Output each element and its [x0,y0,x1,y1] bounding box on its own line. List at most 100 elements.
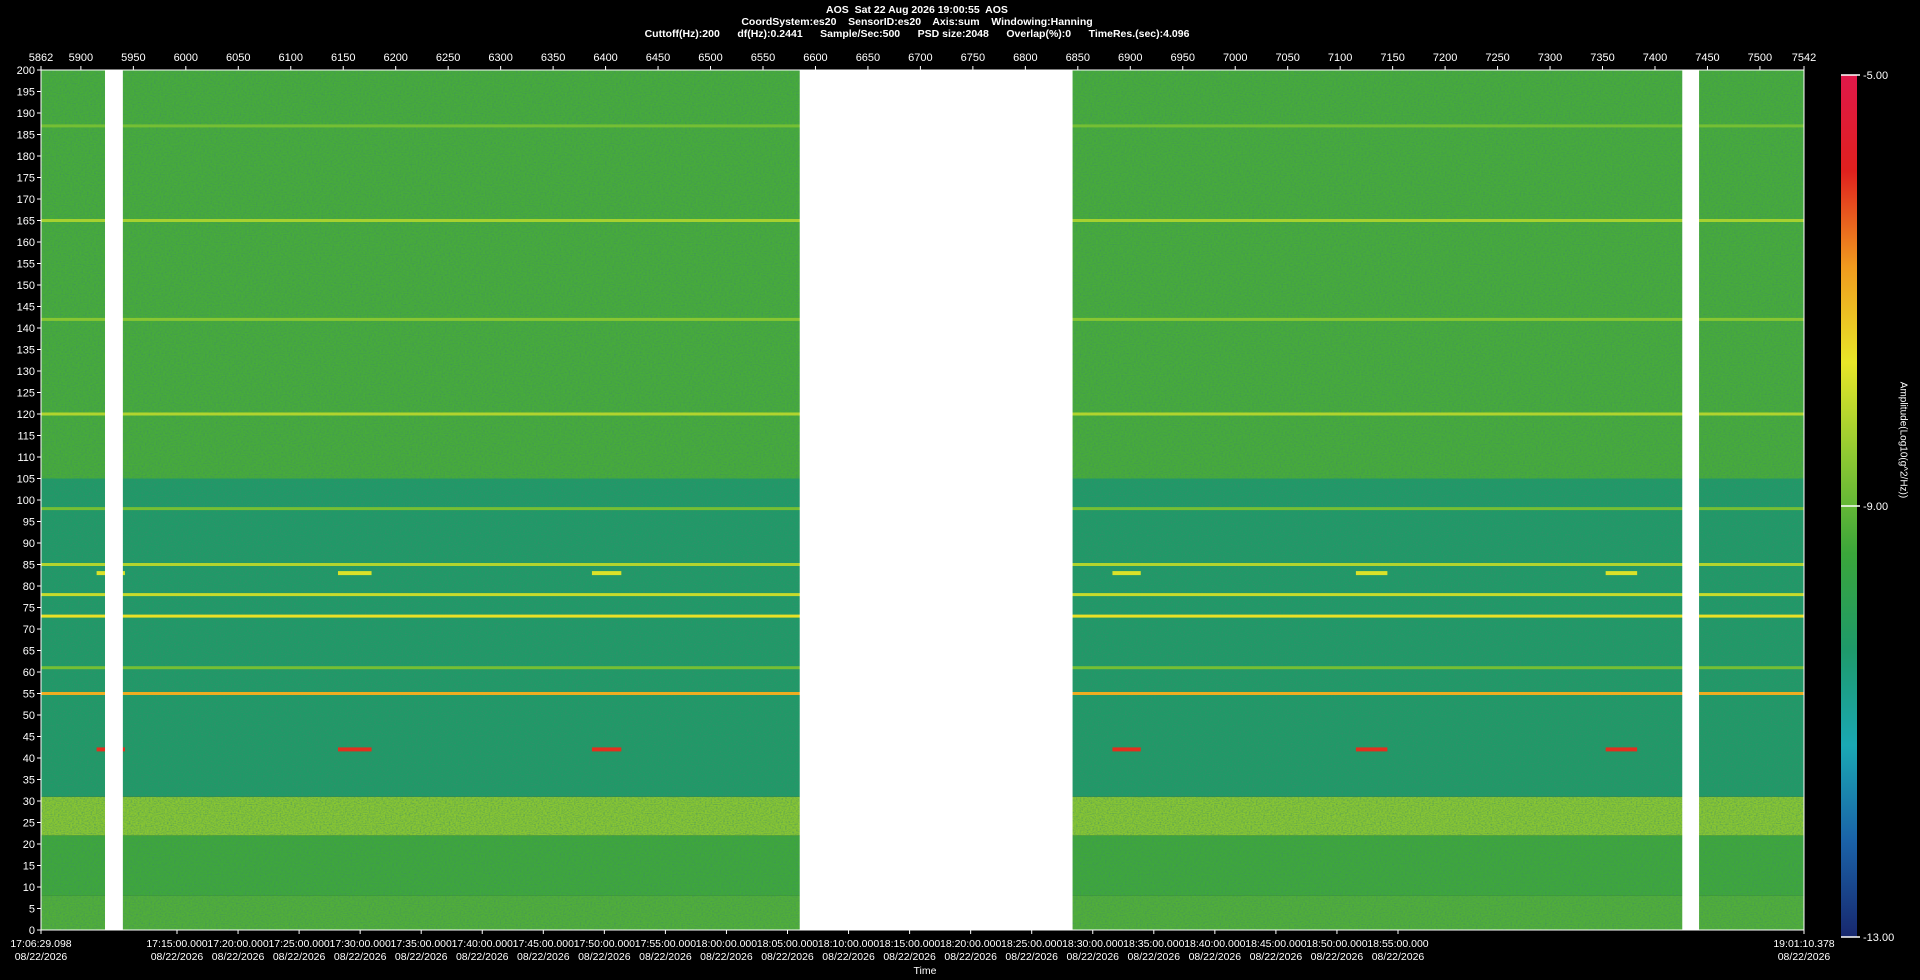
y-tick-label: 35 [23,775,35,787]
y-tick-label: 75 [23,603,35,615]
spectrogram-image [41,70,1804,930]
spectrogram-chart: 5862 5900 5950 6000 6050 6100 6150 6200 6250 6300… [10,52,1894,977]
y-tick-label: 45 [23,732,35,744]
top-tick-label: 6450 [646,52,670,64]
y-tick-label: 180 [17,151,35,163]
y-tick-label: 120 [17,409,35,421]
x-tick-time: 19:01:10.378 [1773,938,1834,950]
top-tick-label: 7400 [1643,52,1667,64]
y-tick-label: 115 [17,431,35,443]
y-tick-label: 200 [17,65,35,77]
x-tick-time: 18:25:00.000 [1001,938,1062,950]
top-tick-label: 6050 [226,52,250,64]
x-tick-date: 08/22/2026 [1005,951,1058,963]
top-tick-label: 7050 [1275,52,1299,64]
top-tick-label: 6600 [803,52,827,64]
x-tick-date: 08/22/2026 [273,951,326,963]
x-tick-time: 17:55:00.000 [635,938,696,950]
top-tick-label: 6400 [593,52,617,64]
colorbar-tick-label: -5.00 [1863,70,1888,82]
x-tick-time: 17:40:00.000 [452,938,513,950]
top-tick-label: 5950 [121,52,145,64]
top-tick-label: 6800 [1013,52,1037,64]
y-tick-label: 85 [23,560,35,572]
burst-7 [337,571,372,576]
y-tick-label: 190 [17,108,35,120]
top-tick-label: 7250 [1485,52,1509,64]
x-tick-date: 08/22/2026 [883,951,936,963]
x-tick-date: 08/22/2026 [1250,951,1303,963]
y-tick-label: 60 [23,667,35,679]
top-tick-label: 6650 [856,52,880,64]
x-tick-date: 08/22/2026 [1372,951,1425,963]
x-tick-date: 08/22/2026 [334,951,387,963]
data-gap-2 [1682,70,1700,930]
top-tick-label: 7542 [1792,52,1816,64]
x-tick-date: 08/22/2026 [15,951,68,963]
x-tick-date: 08/22/2026 [700,951,753,963]
burst-4 [1355,747,1388,752]
burst-5 [1605,747,1638,752]
top-tick-label: 6200 [383,52,407,64]
x-tick-time: 18:40:00.000 [1184,938,1245,950]
x-tick-date: 08/22/2026 [761,951,814,963]
y-tick-label: 5 [29,904,35,916]
top-tick-label: 6150 [331,52,355,64]
y-tick-label: 55 [23,689,35,701]
y-tick-label: 165 [17,216,35,228]
y-axis: 0 5 10 15 20 25 30 35 40 45 50 55 60 65 70 75 80 85 90 95 10… [17,65,41,937]
top-tick-label: 6550 [751,52,775,64]
top-tick-label: 6100 [279,52,303,64]
x-tick-date: 08/22/2026 [1189,951,1242,963]
data-gap-1 [799,70,1073,930]
top-tick-label: 7000 [1223,52,1247,64]
burst-9 [1112,571,1141,576]
x-tick-time: 18:00:00.000 [696,938,757,950]
x-tick-date: 08/22/2026 [1128,951,1181,963]
burst-10 [1355,571,1388,576]
y-tick-label: 135 [17,345,35,357]
top-tick-label: 6850 [1066,52,1090,64]
y-tick-label: 40 [23,753,35,765]
y-tick-label: 10 [23,882,35,894]
y-tick-label: 150 [17,280,35,292]
y-tick-label: 65 [23,646,35,658]
x-tick-date: 08/22/2026 [822,951,875,963]
data-gap-0 [105,70,123,930]
y-tick-label: 160 [17,237,35,249]
y-tick-label: 50 [23,710,35,722]
y-tick-label: 170 [17,194,35,206]
top-tick-label: 6900 [1118,52,1142,64]
top-tick-label: 7350 [1590,52,1614,64]
x-tick-date: 08/22/2026 [517,951,570,963]
y-tick-label: 95 [23,517,35,529]
x-tick-date: 08/22/2026 [395,951,448,963]
y-tick-label: 155 [17,259,35,271]
top-axis: 5862 5900 5950 6000 6050 6100 6150 6200 6250 6300… [29,52,1816,70]
x-tick-time: 18:55:00.000 [1367,938,1428,950]
top-tick-label: 7450 [1695,52,1719,64]
y-tick-label: 15 [23,861,35,873]
x-tick-date: 08/22/2026 [639,951,692,963]
top-tick-label: 7300 [1538,52,1562,64]
x-tick-date: 08/22/2026 [151,951,204,963]
colorbar-tick-label: -13.00 [1863,932,1894,944]
y-tick-label: 0 [29,925,35,937]
x-tick-time: 18:20:00.000 [940,938,1001,950]
x-tick-date: 08/22/2026 [944,951,997,963]
y-tick-label: 25 [23,818,35,830]
colorbar-tick-label: -9.00 [1863,501,1888,513]
colorbar-title: Amplitude(Log10(g^2/Hz)) [1897,381,1909,499]
x-tick-time: 17:20:00.000 [207,938,268,950]
x-tick-time: 18:50:00.000 [1306,938,1367,950]
x-tick-time: 17:50:00.000 [574,938,635,950]
x-axis: 17:06:29.09808/22/202617:15:00.00008/22/… [10,930,1835,963]
x-tick-date: 08/22/2026 [1311,951,1364,963]
top-tick-label: 7100 [1328,52,1352,64]
y-tick-label: 30 [23,796,35,808]
x-tick-time: 17:30:00.000 [329,938,390,950]
x-tick-date: 08/22/2026 [578,951,631,963]
x-tick-time: 18:15:00.000 [879,938,940,950]
burst-1 [337,747,372,752]
y-tick-label: 175 [17,173,35,185]
